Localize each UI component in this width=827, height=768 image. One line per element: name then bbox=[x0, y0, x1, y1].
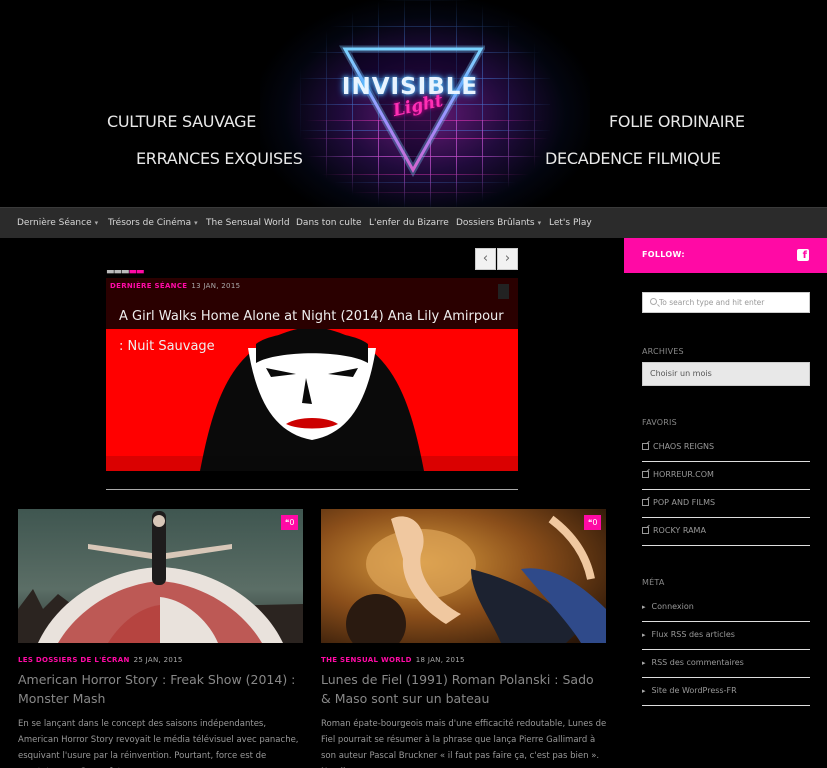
meta-link[interactable]: ▸ Flux RSS des articles bbox=[642, 622, 810, 650]
external-link-icon bbox=[642, 499, 649, 506]
tagline-right-top: FOLIE ORDINAIRE bbox=[609, 112, 745, 131]
site-header: INVISIBLE Light CULTURE SAUVAGE ERRANCES… bbox=[0, 0, 827, 207]
favoris-link-label: POP AND FILMS bbox=[653, 498, 716, 507]
chevron-down-icon: ▾ bbox=[537, 219, 542, 227]
post-image[interactable] bbox=[321, 509, 606, 643]
tagline-left-top: CULTURE SAUVAGE bbox=[107, 112, 257, 131]
meta-title: MÉTA bbox=[642, 578, 665, 587]
favoris-link[interactable]: CHAOS REIGNS bbox=[642, 434, 810, 462]
featured-slide[interactable]: DERNIÈRE SÉANCE 13 JAN, 2015 A Girl Walks… bbox=[106, 278, 518, 471]
external-link-icon bbox=[642, 443, 649, 450]
slider-prev-button[interactable]: ‹ bbox=[475, 248, 496, 270]
bullet-icon: ▸ bbox=[642, 603, 646, 611]
chevron-down-icon: ▾ bbox=[94, 219, 99, 227]
favoris-link-label: CHAOS REIGNS bbox=[653, 442, 715, 451]
post-date: 25 JAN, 2015 bbox=[133, 656, 183, 664]
nav-item-dans-ton-culte[interactable]: Dans ton culte bbox=[296, 208, 362, 239]
external-link-icon bbox=[642, 527, 649, 534]
nav-item-label: Trésors de Cinéma bbox=[108, 218, 192, 228]
slider-divider bbox=[106, 489, 518, 490]
slider-next-button[interactable]: › bbox=[497, 248, 518, 270]
follow-label: FOLLOW: bbox=[642, 250, 685, 259]
favoris-link-label: ROCKY RAMA bbox=[653, 526, 706, 535]
favoris-link[interactable]: POP AND FILMS bbox=[642, 490, 810, 518]
favoris-link[interactable]: HORREUR.COM bbox=[642, 462, 810, 490]
logo-title[interactable]: INVISIBLE bbox=[335, 74, 485, 100]
post-meta: LES DOSSIERS DE L'ÉCRAN 25 JAN, 2015 bbox=[18, 656, 183, 664]
nav-item-label: Dans ton culte bbox=[296, 218, 362, 228]
nav-item-enfer-du-bizarre[interactable]: L'enfer du Bizarre bbox=[369, 208, 449, 239]
slide-category-link[interactable]: DERNIÈRE SÉANCE bbox=[110, 282, 187, 290]
post-excerpt: En se lançant dans le concept des saison… bbox=[18, 719, 299, 768]
bullet-icon: ▸ bbox=[642, 659, 646, 667]
post-title[interactable]: American Horror Story : Freak Show (2014… bbox=[18, 670, 303, 708]
nav-item-the-sensual-world[interactable]: The Sensual World bbox=[206, 208, 290, 239]
favoris-link[interactable]: ROCKY RAMA bbox=[642, 518, 810, 546]
nav-item-derniere-seance[interactable]: Dernière Séance ▾ bbox=[17, 208, 98, 239]
post-excerpt: Roman épate-bourgeois mais d'une efficac… bbox=[321, 719, 607, 768]
tagline-left-bottom: ERRANCES EXQUISES bbox=[136, 149, 303, 168]
slide-comment-badge[interactable] bbox=[498, 284, 509, 299]
follow-bar: FOLLOW: f bbox=[624, 238, 827, 273]
comment-count: 0 bbox=[592, 518, 598, 527]
post-thumbnail[interactable]: ❝0 bbox=[321, 509, 606, 643]
nav-item-dossiers-brulants[interactable]: Dossiers Brûlants ▾ bbox=[456, 208, 541, 239]
post-title[interactable]: Lunes de Fiel (1991) Roman Polanski : Sa… bbox=[321, 670, 606, 708]
meta-link-label: RSS des commentaires bbox=[651, 658, 744, 667]
chevron-down-icon: ▾ bbox=[194, 219, 198, 227]
post-category-link[interactable]: THE SENSUAL WORLD bbox=[321, 656, 412, 664]
comment-count-badge[interactable]: ❝0 bbox=[281, 515, 299, 530]
nav-item-tresors-de-cinema[interactable]: Trésors de Cinéma ▾ bbox=[108, 208, 198, 239]
slide-date: 13 JAN, 2015 bbox=[191, 282, 241, 290]
post-category-link[interactable]: LES DOSSIERS DE L'ÉCRAN bbox=[18, 656, 130, 664]
comment-count-badge[interactable]: ❝0 bbox=[584, 515, 602, 530]
meta-link-label: Site de WordPress-FR bbox=[651, 686, 737, 695]
nav-item-label: Dossiers Brûlants bbox=[456, 218, 535, 228]
meta-link[interactable]: ▸ Connexion bbox=[642, 594, 810, 622]
bullet-icon: ▸ bbox=[642, 631, 646, 639]
slide-title[interactable]: A Girl Walks Home Alone at Night (2014) … bbox=[119, 302, 509, 362]
post-image[interactable] bbox=[18, 509, 303, 643]
nav-item-lets-play[interactable]: Let's Play bbox=[549, 208, 592, 239]
tagline-right-bottom: DECADENCE FILMIQUE bbox=[545, 149, 721, 168]
post-thumbnail[interactable]: ❝0 bbox=[18, 509, 303, 643]
search-input[interactable] bbox=[659, 296, 804, 309]
nav-item-label: Let's Play bbox=[549, 218, 592, 228]
slide-meta: DERNIÈRE SÉANCE 13 JAN, 2015 bbox=[110, 282, 240, 290]
slider-pager[interactable]: ▬▬▬▬▬ bbox=[106, 267, 145, 277]
post-date: 18 JAN, 2015 bbox=[415, 656, 465, 664]
nav-item-label: L'enfer du Bizarre bbox=[369, 218, 449, 228]
bullet-icon: ▸ bbox=[642, 687, 646, 695]
archives-select[interactable]: Choisir un mois bbox=[642, 362, 810, 386]
main-nav: Dernière Séance ▾ Trésors de Cinéma ▾ The … bbox=[0, 207, 827, 238]
search-field[interactable] bbox=[642, 292, 810, 313]
facebook-icon[interactable]: f bbox=[797, 249, 809, 261]
archives-title: ARCHIVES bbox=[642, 347, 684, 356]
favoris-link-label: HORREUR.COM bbox=[653, 470, 714, 479]
comment-count: 0 bbox=[289, 518, 295, 527]
meta-link-label: Connexion bbox=[651, 602, 694, 611]
favoris-title: FAVORIS bbox=[642, 418, 677, 427]
meta-link[interactable]: ▸ Site de WordPress-FR bbox=[642, 678, 810, 706]
meta-link[interactable]: ▸ RSS des commentaires bbox=[642, 650, 810, 678]
post-meta: THE SENSUAL WORLD 18 JAN, 2015 bbox=[321, 656, 465, 664]
search-icon bbox=[650, 298, 657, 305]
meta-link-label: Flux RSS des articles bbox=[651, 630, 735, 639]
nav-item-label: The Sensual World bbox=[206, 218, 290, 228]
external-link-icon bbox=[642, 471, 649, 478]
nav-item-label: Dernière Séance bbox=[17, 218, 92, 228]
